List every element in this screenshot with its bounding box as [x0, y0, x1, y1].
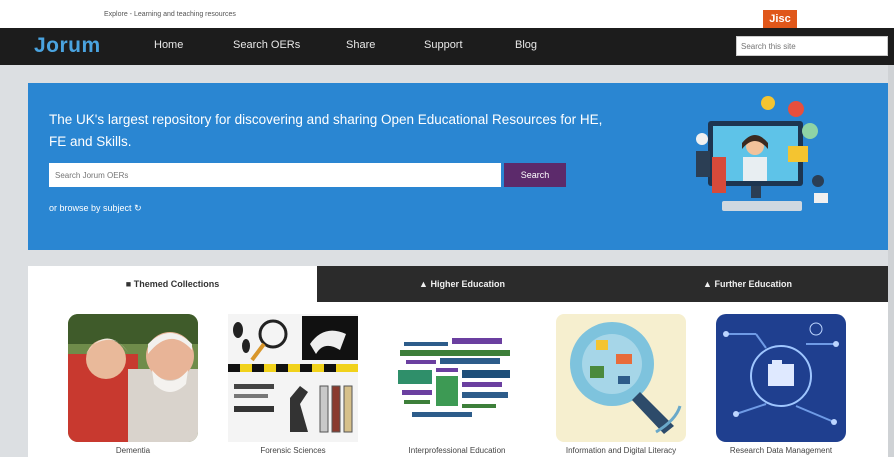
oer-search-input[interactable] [49, 163, 501, 187]
word-cloud-image [392, 314, 522, 442]
tab-label: Themed Collections [133, 279, 220, 289]
elearning-illustration [696, 96, 828, 211]
collection-label-interprofessional-education[interactable]: Interprofessional Education [377, 446, 537, 455]
forensic-tools-image [228, 314, 358, 442]
nav-search-oers[interactable]: Search OERs [233, 39, 300, 51]
graduation-cap-icon: ▲ [419, 279, 428, 289]
site-search-input[interactable] [736, 36, 888, 56]
folder-icon: ■ [125, 279, 132, 289]
browse-by-subject-link[interactable]: or browse by subject ↻ [49, 203, 142, 214]
data-circuit-image [716, 314, 846, 442]
hero-heading: The UK's largest repository for discover… [49, 112, 603, 149]
refresh-icon: ↻ [134, 203, 142, 213]
building-icon: ▲ [703, 279, 712, 289]
collections-panel: Dementia Forensic Sciences Interprofessi… [28, 302, 888, 457]
collection-tile-forensic-sciences[interactable] [228, 314, 358, 442]
collection-tile-information-digital-literacy[interactable] [556, 314, 686, 442]
nav-support[interactable]: Support [424, 39, 463, 51]
scroll-edge [888, 65, 894, 457]
elderly-couple-image [68, 314, 198, 442]
browse-link-text: or browse by subject [49, 203, 132, 213]
tab-label: Further Education [714, 279, 792, 289]
tab-further-education[interactable]: ▲ Further Education [607, 266, 888, 302]
collection-tile-research-data-management[interactable] [716, 314, 846, 442]
oer-search-button[interactable]: Search [504, 163, 566, 187]
tab-label: Higher Education [430, 279, 505, 289]
jorum-logo[interactable]: Jorum [34, 34, 101, 58]
collection-tile-dementia[interactable] [68, 314, 198, 442]
collection-label-information-digital-literacy[interactable]: Information and Digital Literacy [541, 446, 701, 455]
main-navbar: Jorum Home Search OERs Share Support Blo… [0, 28, 894, 65]
collection-label-research-data-management[interactable]: Research Data Management [701, 446, 861, 455]
collection-tile-interprofessional-education[interactable] [392, 314, 522, 442]
jisc-logo[interactable]: Jisc [763, 10, 797, 28]
nav-home[interactable]: Home [154, 39, 183, 51]
top-strip: Explore - Learning and teaching resource… [0, 0, 894, 28]
tab-higher-education[interactable]: ▲ Higher Education [317, 266, 607, 302]
hero-banner: The UK's largest repository for discover… [28, 83, 888, 250]
tab-themed-collections[interactable]: ■ Themed Collections [28, 266, 317, 302]
collection-label-dementia[interactable]: Dementia [53, 446, 213, 455]
site-tagline: Explore - Learning and teaching resource… [104, 11, 236, 18]
collection-label-forensic-sciences[interactable]: Forensic Sciences [213, 446, 373, 455]
nav-blog[interactable]: Blog [515, 39, 537, 51]
nav-share[interactable]: Share [346, 39, 375, 51]
digital-literacy-image [556, 314, 686, 442]
